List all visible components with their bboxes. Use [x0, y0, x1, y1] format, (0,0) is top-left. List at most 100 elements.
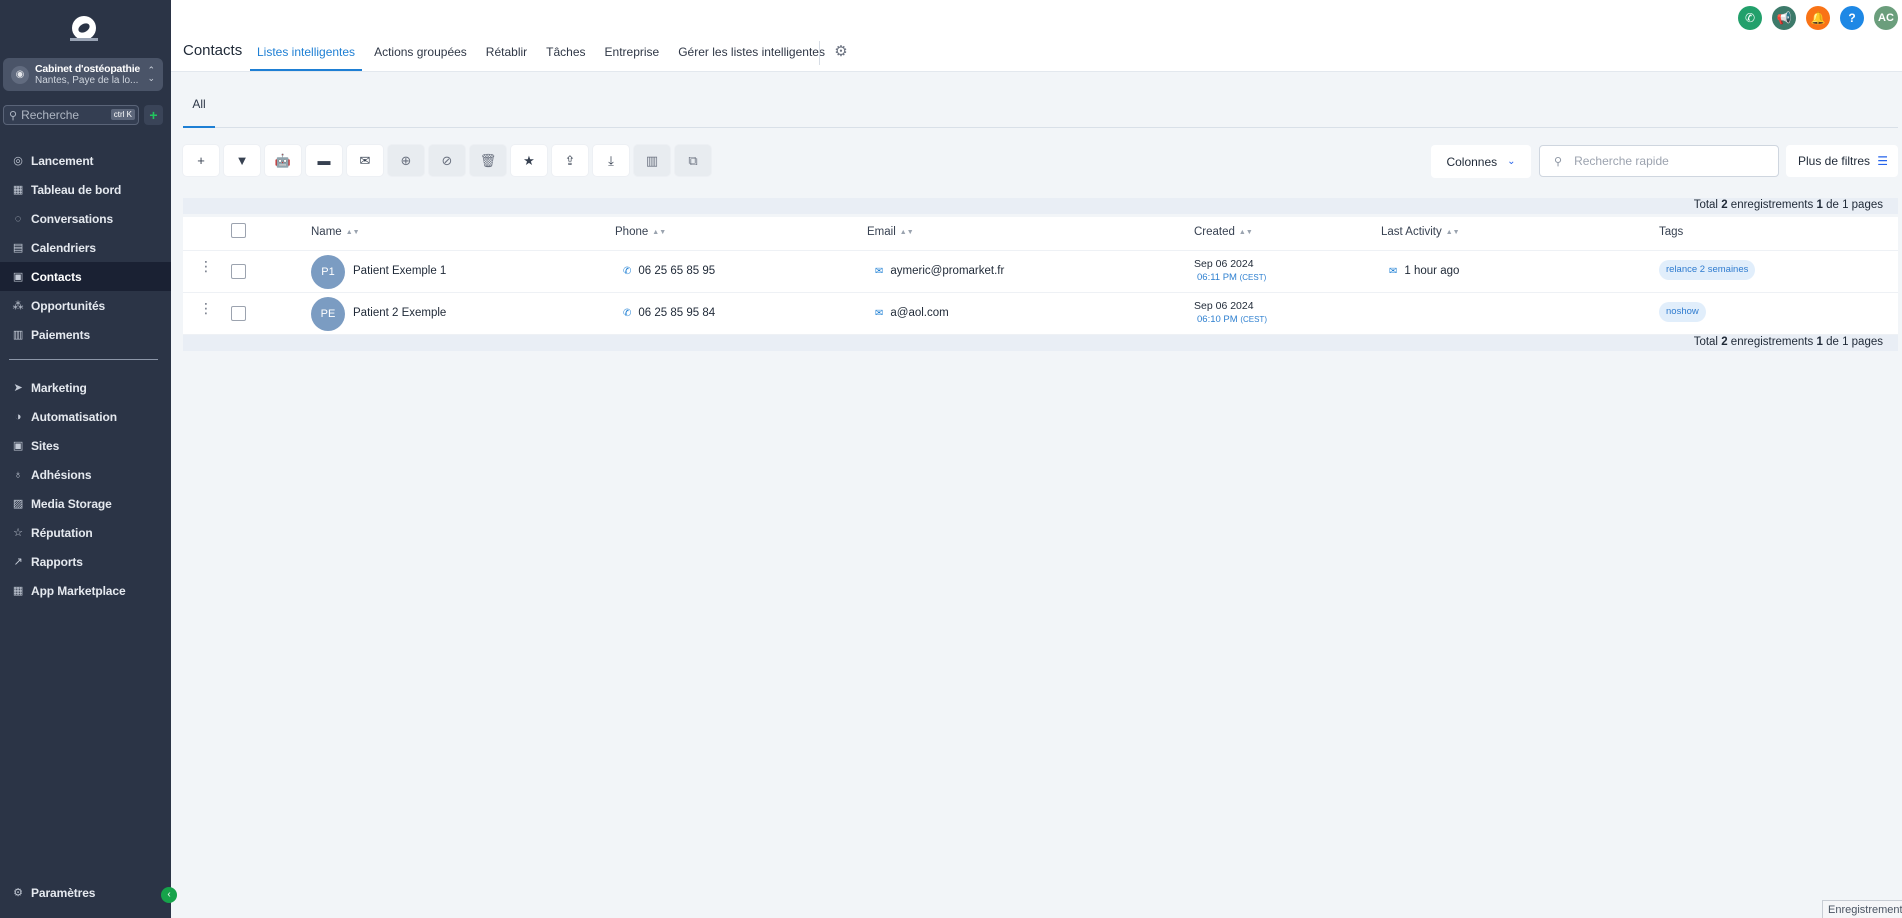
row-checkbox[interactable] — [231, 306, 246, 321]
sidebar-item-automatisation[interactable]: ◑ Automatisation — [0, 402, 171, 431]
timezone: (CEST) — [1239, 273, 1267, 282]
sidebar-item-conversations[interactable]: ◌ Conversations — [0, 204, 171, 233]
table-row[interactable]: ⋮ PE Patient 2 Exemple ✆ 06 25 85 95 84 ✉ a@ao… — [183, 293, 1898, 335]
col-last-activity[interactable]: Last Activity ▲▼ — [1381, 226, 1460, 238]
tab-2[interactable]: Rétablir — [486, 40, 527, 71]
col-email[interactable]: Email ▲▼ — [867, 226, 914, 238]
star-button[interactable]: ★ — [511, 145, 547, 176]
email-button[interactable]: ✉ — [347, 145, 383, 176]
gear-icon[interactable]: ⚙ — [832, 43, 850, 61]
sidebar-search[interactable]: ⚲ Recherche ctrl K — [3, 105, 139, 125]
sidebar-item-rapports[interactable]: ↗ Rapports — [0, 547, 171, 576]
total-count: 2 — [1721, 199, 1728, 211]
megaphone-icon[interactable]: 📢 — [1772, 6, 1796, 30]
tab-1[interactable]: Actions groupées — [374, 40, 467, 71]
table-header: Name ▲▼ Phone ▲▼ Email ▲▼ Created ▲▼ Last Ac… — [183, 217, 1898, 251]
sidebar-item-calendriers[interactable]: ▤ Calendriers — [0, 233, 171, 262]
col-phone[interactable]: Phone ▲▼ — [615, 226, 666, 238]
help-icon[interactable]: ? — [1840, 6, 1864, 30]
table-body: ⋮ P1 Patient Exemple 1 ✆ 06 25 65 85 95 ✉ ayme… — [183, 251, 1898, 335]
tab-4[interactable]: Entreprise — [605, 40, 660, 71]
contact-email[interactable]: ✉ a@aol.com — [875, 307, 949, 319]
contact-email[interactable]: ✉ aymeric@promarket.fr — [875, 265, 1004, 277]
sidebar-item-label: Tableau de bord — [31, 182, 122, 197]
sidebar-item-app-marketplace[interactable]: ▦ App Marketplace — [0, 576, 171, 605]
created-time: 06:10 PM (CEST) — [1197, 314, 1267, 325]
tab-3[interactable]: Tâches — [546, 40, 585, 71]
total-middle: enregistrements — [1730, 199, 1814, 211]
remove-tag-button[interactable]: ⊘ — [429, 145, 465, 176]
rocket-icon: ◎ — [13, 155, 23, 167]
merge-button[interactable]: ⧉ — [675, 145, 711, 176]
sidebar-item-opportunites[interactable]: ⁂ Opportunités — [0, 291, 171, 320]
total-count: 2 — [1721, 336, 1728, 348]
filter-button[interactable]: ▼ — [224, 145, 260, 176]
phone-icon[interactable]: ✆ — [1738, 6, 1762, 30]
page-title: Contacts — [183, 42, 243, 59]
company-button[interactable]: ▥ — [634, 145, 670, 176]
contacts-icon: ▣ — [12, 271, 24, 283]
save-recording-button[interactable]: Enregistrement — [1822, 900, 1902, 918]
created-time-value: 06:10 PM — [1197, 314, 1238, 325]
sidebar-item-marketing[interactable]: ➤ Marketing — [0, 373, 171, 402]
sidebar-item-paiements[interactable]: ▥ Paiements — [0, 320, 171, 349]
contact-avatar: P1 — [311, 255, 345, 289]
account-switcher[interactable]: ◉ Cabinet d'ostéopathie Nantes, Paye de … — [3, 58, 163, 91]
sidebar-item-reputation[interactable]: ☆ Réputation — [0, 518, 171, 547]
row-menu-icon[interactable]: ⋮ — [199, 259, 213, 273]
sidebar-item-label: App Marketplace — [31, 583, 126, 598]
top-bar: Contacts Listes intelligentes Actions gro… — [171, 0, 1902, 72]
apps-icon: ▦ — [12, 585, 24, 597]
sidebar-item-settings[interactable]: ⚙ Paramètres — [0, 878, 171, 907]
sidebar-item-tableau-de-bord[interactable]: ▦ Tableau de bord — [0, 175, 171, 204]
contact-name[interactable]: Patient 2 Exemple — [353, 307, 446, 319]
dashboard-icon: ▦ — [12, 184, 24, 196]
sidebar-item-label: Adhésions — [31, 467, 92, 482]
table-row[interactable]: ⋮ P1 Patient Exemple 1 ✆ 06 25 65 85 95 ✉ ayme… — [183, 251, 1898, 293]
contact-avatar: PE — [311, 297, 345, 331]
company-logo[interactable] — [72, 16, 96, 40]
columns-button[interactable]: Colonnes ⌄ — [1431, 145, 1531, 178]
export-button[interactable]: ⇪ — [552, 145, 588, 176]
sidebar-item-lancement[interactable]: ◎ Lancement — [0, 146, 171, 175]
row-checkbox[interactable] — [231, 264, 246, 279]
sidebar-item-media-storage[interactable]: ▨ Media Storage — [0, 489, 171, 518]
sidebar-item-label: Calendriers — [31, 240, 96, 255]
tag-chip[interactable]: relance 2 semaines — [1659, 260, 1756, 280]
col-name[interactable]: Name ▲▼ — [311, 226, 360, 238]
add-tag-button[interactable]: ⊕ — [388, 145, 424, 176]
tab-0[interactable]: Listes intelligentes — [250, 40, 363, 71]
bell-icon[interactable]: 🔔 — [1806, 6, 1830, 30]
sms-button[interactable]: ▬ — [306, 145, 342, 176]
tab-5[interactable]: Gérer les listes intelligentes — [678, 40, 825, 71]
sort-icon: ▲▼ — [1238, 229, 1253, 236]
col-created[interactable]: Created ▲▼ — [1194, 226, 1253, 238]
contact-phone[interactable]: ✆ 06 25 85 95 84 — [623, 307, 715, 319]
workflow-button[interactable]: 🤖 — [265, 145, 301, 176]
more-filters-button[interactable]: Plus de filtres ☰ — [1786, 145, 1898, 177]
collapse-sidebar-button[interactable]: ‹ — [161, 887, 177, 903]
import-button[interactable]: ⤓ — [593, 145, 629, 176]
tag-chip[interactable]: noshow — [1659, 302, 1706, 322]
sidebar-item-adhesions[interactable]: ♁ Adhésions — [0, 460, 171, 489]
quick-add-button[interactable]: + — [144, 105, 163, 125]
tab-all[interactable]: All — [183, 90, 215, 128]
sidebar-item-sites[interactable]: ▣ Sites — [0, 431, 171, 460]
row-menu-icon[interactable]: ⋮ — [199, 301, 213, 315]
delete-button[interactable]: 🗑 — [470, 145, 506, 176]
select-all-checkbox[interactable] — [231, 223, 246, 238]
user-avatar[interactable]: AC — [1874, 6, 1898, 30]
filter-icon: ▼ — [235, 153, 249, 168]
sidebar-item-label: Conversations — [31, 211, 114, 226]
col-tags: Tags — [1659, 226, 1683, 238]
workflow-icon: 🤖 — [274, 152, 292, 168]
pagination-bar-bottom: Total 2 enregistrements 1 de 1 pages — [183, 335, 1898, 351]
quick-search-input[interactable]: ⚲ Recherche rapide — [1539, 145, 1779, 177]
sidebar-item-label: Automatisation — [31, 409, 117, 424]
add-contact-button[interactable]: + — [183, 145, 219, 176]
contact-name[interactable]: Patient Exemple 1 — [353, 265, 446, 277]
sidebar-nav-main: ◎ Lancement ▦ Tableau de bord ◌ Conversations… — [0, 146, 171, 349]
sidebar-item-contacts[interactable]: ▣ Contacts — [0, 262, 171, 291]
total-page: 1 — [1816, 336, 1823, 348]
contact-phone[interactable]: ✆ 06 25 65 85 95 — [623, 265, 715, 277]
